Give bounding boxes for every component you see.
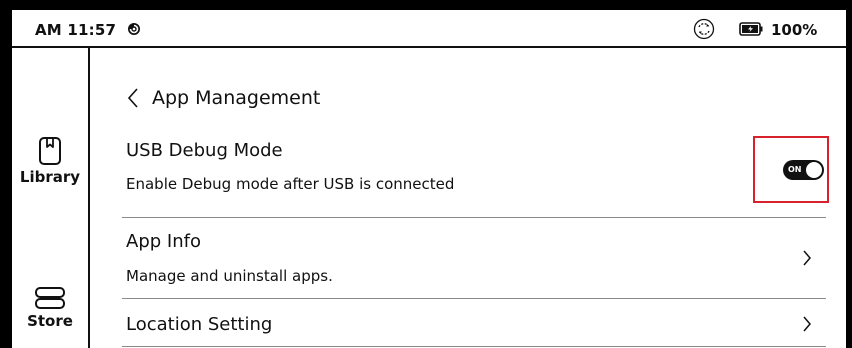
status-time: AM 11:57: [35, 21, 117, 39]
back-chevron-icon[interactable]: [126, 87, 140, 109]
status-bar: AM 11:57 100%: [12, 10, 846, 48]
sidebar-item-label: Library: [19, 168, 81, 186]
toggle-knob: [806, 162, 822, 178]
battery-percentage: 100%: [771, 21, 818, 39]
battery-icon: [739, 22, 763, 36]
page-header[interactable]: App Management: [126, 85, 320, 111]
device-screen: AM 11:57 100% Library Store App Manageme…: [12, 10, 846, 348]
sidebar-item-label: Store: [27, 312, 73, 330]
setting-subtitle: Enable Debug mode after USB is connected: [126, 175, 455, 193]
setting-row-usb-debug[interactable]: USB Debug Mode Enable Debug mode after U…: [126, 140, 825, 208]
setting-title: App Info: [126, 231, 201, 252]
settings-panel: App Management USB Debug Mode Enable Deb…: [90, 48, 846, 348]
sync-icon[interactable]: [693, 18, 715, 40]
divider: [122, 298, 826, 299]
sidebar: Library Store: [12, 48, 90, 348]
chevron-right-icon[interactable]: [802, 315, 812, 333]
page-title: App Management: [152, 87, 321, 109]
divider: [122, 217, 826, 218]
setting-row-location[interactable]: Location Setting: [126, 304, 825, 344]
setting-title: USB Debug Mode: [126, 140, 283, 161]
chevron-right-icon[interactable]: [802, 249, 812, 267]
book-icon: [39, 137, 61, 165]
setting-subtitle: Manage and uninstall apps.: [126, 267, 333, 285]
store-icon: [35, 287, 65, 309]
setting-row-app-info[interactable]: App Info Manage and uninstall apps.: [126, 225, 825, 295]
setting-title: Location Setting: [126, 314, 273, 335]
sidebar-item-library[interactable]: Library: [12, 136, 88, 186]
divider: [122, 346, 826, 347]
toggle-state-label: ON: [788, 165, 802, 174]
usb-debug-toggle[interactable]: ON: [783, 160, 824, 180]
notification-icon: [128, 23, 140, 35]
sidebar-item-store[interactable]: Store: [12, 286, 88, 330]
